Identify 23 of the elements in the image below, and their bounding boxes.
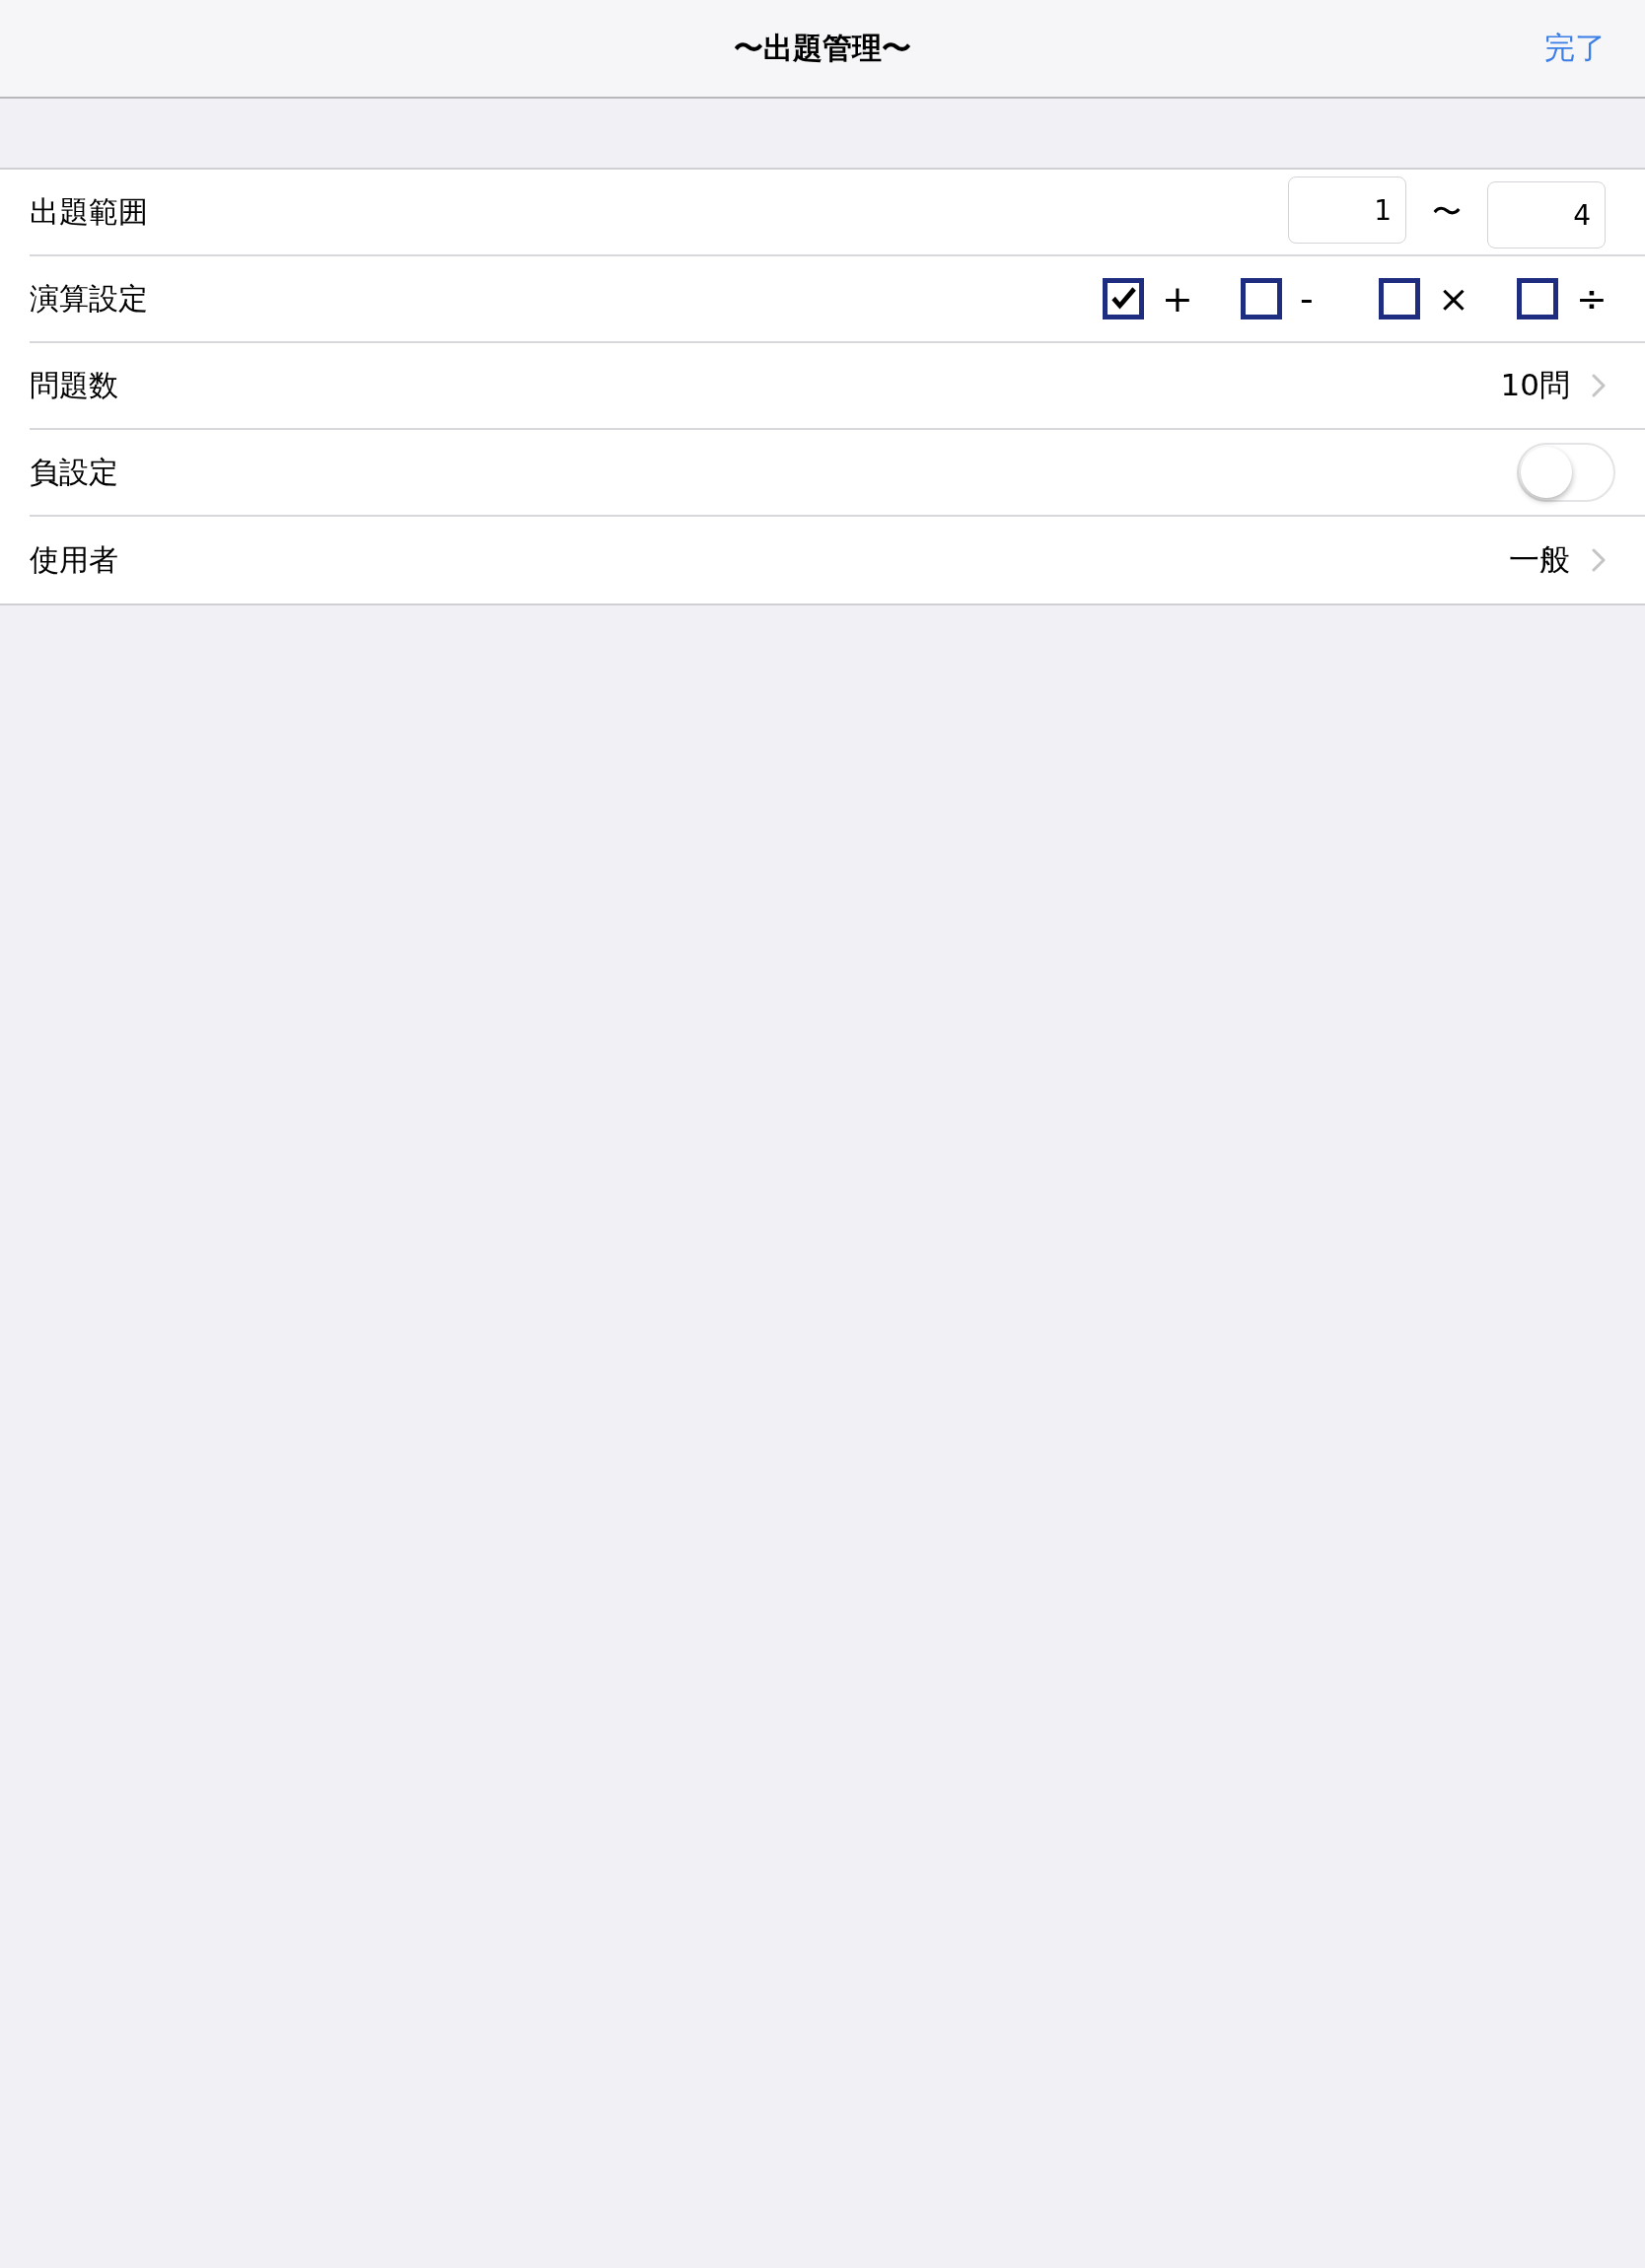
done-button[interactable]: 完了 <box>1544 28 1606 69</box>
operator-label: × <box>1438 277 1467 320</box>
setting-value: 一般 <box>1509 540 1570 579</box>
operator-label: ÷ <box>1576 277 1606 320</box>
setting-label: 使用者 <box>30 540 118 579</box>
checkbox[interactable] <box>1379 278 1420 319</box>
operator-label: + <box>1162 277 1191 320</box>
setting-label: 出題範囲 <box>30 192 148 231</box>
chevron-icon <box>1592 374 1606 397</box>
range-separator: 〜 <box>1432 192 1462 231</box>
setting-label: 問題数 <box>30 366 118 404</box>
screen-title: 〜出題管理〜 <box>734 29 911 67</box>
setting-label: 負設定 <box>30 453 118 491</box>
range-start-field[interactable]: 1 <box>1288 177 1406 244</box>
chevron-icon <box>1592 548 1606 572</box>
setting-value: 10問 <box>1500 366 1570 404</box>
range-end-field[interactable]: 4 <box>1487 181 1606 248</box>
setting-label: 演算設定 <box>30 279 148 318</box>
checkbox[interactable] <box>1103 278 1144 319</box>
operator-label: - <box>1300 277 1315 320</box>
toggle-switch[interactable] <box>1517 443 1615 502</box>
checkbox[interactable] <box>1517 278 1558 319</box>
checkbox[interactable] <box>1241 278 1282 319</box>
